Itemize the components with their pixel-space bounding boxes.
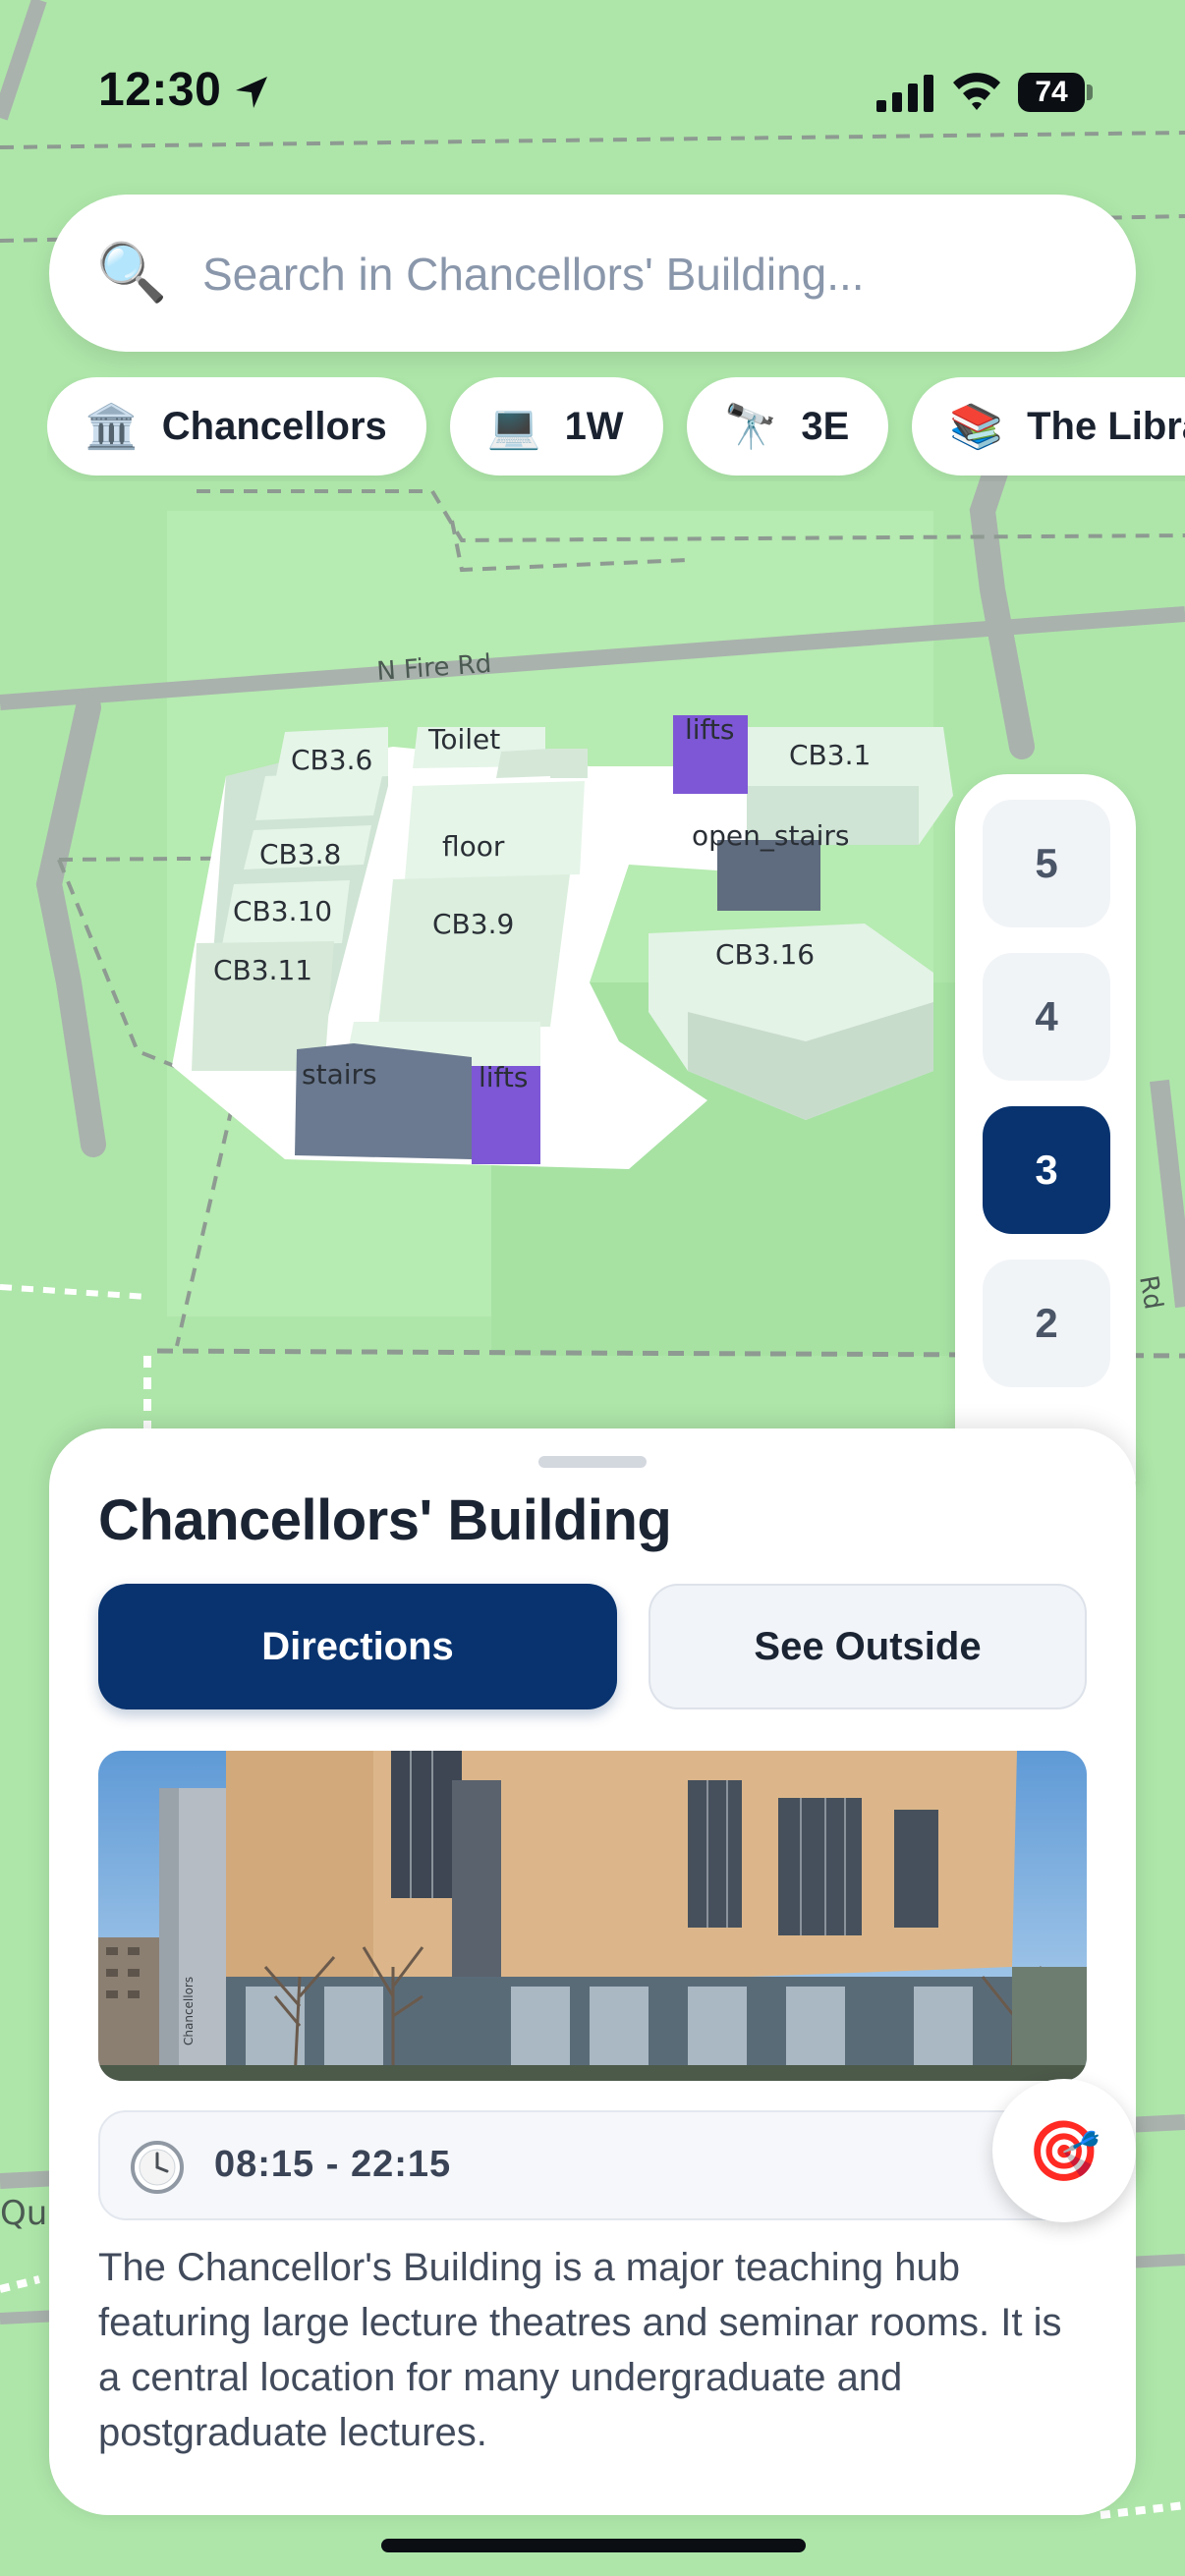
- locate-me-button[interactable]: 🎯: [992, 2079, 1136, 2222]
- building-description: The Chancellor's Building is a major tea…: [98, 2246, 1062, 2454]
- status-bar: 12:30 74: [0, 0, 1185, 147]
- chip-3e[interactable]: 🔭 3E: [686, 377, 889, 476]
- room-label-cb316[interactable]: CB3.16: [715, 938, 815, 971]
- photo-building-sign: Chancellors: [182, 1977, 196, 2045]
- chip-the-library[interactable]: 📚 The Library: [912, 377, 1185, 476]
- room-label-cb39[interactable]: CB3.9: [432, 908, 514, 940]
- floor-button-2[interactable]: 2: [983, 1260, 1110, 1387]
- chip-label: 1W: [564, 404, 624, 448]
- room-label-floor[interactable]: floor: [442, 830, 505, 863]
- laptop-icon: 💻: [486, 403, 541, 451]
- clock-icon: [131, 2141, 184, 2194]
- chip-chancellors[interactable]: 🏛️ Chancellors: [47, 377, 426, 476]
- room-label-lifts-north[interactable]: lifts: [685, 713, 735, 746]
- chip-label: The Library: [1027, 404, 1185, 448]
- status-time: 12:30: [98, 64, 222, 116]
- chip-label: 3E: [801, 404, 850, 448]
- room-label-open-stairs[interactable]: open_stairs: [692, 819, 849, 852]
- hours-text: 08:15 - 22:15: [214, 2144, 452, 2185]
- quick-chips: 🏛️ Chancellors 💻 1W 🔭 3E 📚 The Library: [47, 377, 1185, 481]
- room-label-cb310[interactable]: CB3.10: [233, 895, 332, 927]
- cellular-signal-icon: [876, 75, 933, 112]
- room-label-cb31[interactable]: CB3.1: [789, 739, 871, 771]
- room-label-toilet[interactable]: Toilet: [427, 723, 500, 756]
- search-input[interactable]: [200, 195, 1089, 354]
- battery-icon: 74: [1018, 73, 1085, 112]
- floor-button-4[interactable]: 4: [983, 953, 1110, 1081]
- floor-selector: 5 4 3 2: [955, 774, 1136, 1482]
- room-label-lifts-south[interactable]: lifts: [479, 1061, 529, 1093]
- road-label-edge-rd: Rd: [1133, 1273, 1168, 1312]
- chip-label: Chancellors: [161, 404, 387, 448]
- home-indicator[interactable]: [381, 2539, 806, 2552]
- search-bar[interactable]: 🔍: [49, 195, 1136, 354]
- battery-cap: [1087, 84, 1093, 100]
- wifi-icon: [953, 73, 1000, 110]
- search-icon: 🔍: [96, 241, 168, 305]
- target-icon: 🎯: [1027, 2117, 1101, 2184]
- opening-hours: 08:15 - 22:15: [98, 2110, 1087, 2220]
- building-info-sheet: Chancellors' Building Directions See Out…: [49, 1428, 1136, 2515]
- room-label-cb311[interactable]: CB3.11: [213, 954, 312, 986]
- classical-building-icon: 🏛️: [85, 403, 139, 451]
- sheet-grabber[interactable]: [538, 1456, 647, 1468]
- battery-level: 74: [1035, 76, 1068, 108]
- directions-button[interactable]: Directions: [98, 1584, 617, 1709]
- building-title: Chancellors' Building: [98, 1488, 672, 1552]
- floor-button-3[interactable]: 3: [983, 1106, 1110, 1234]
- location-arrow-icon: [236, 77, 267, 108]
- building-photo: Chancellors: [98, 1751, 1087, 2081]
- road-label-edge-qu: Qu: [0, 2194, 47, 2233]
- room-label-cb36[interactable]: CB3.6: [291, 744, 372, 776]
- room-label-cb38[interactable]: CB3.8: [259, 838, 341, 870]
- chip-1w[interactable]: 💻 1W: [449, 377, 663, 476]
- see-outside-button[interactable]: See Outside: [649, 1584, 1087, 1709]
- books-icon: 📚: [949, 403, 1004, 451]
- room-label-stairs[interactable]: stairs: [302, 1058, 377, 1091]
- floor-button-5[interactable]: 5: [983, 800, 1110, 927]
- telescope-icon: 🔭: [723, 403, 778, 451]
- chancellors-building-3d[interactable]: [172, 715, 953, 1169]
